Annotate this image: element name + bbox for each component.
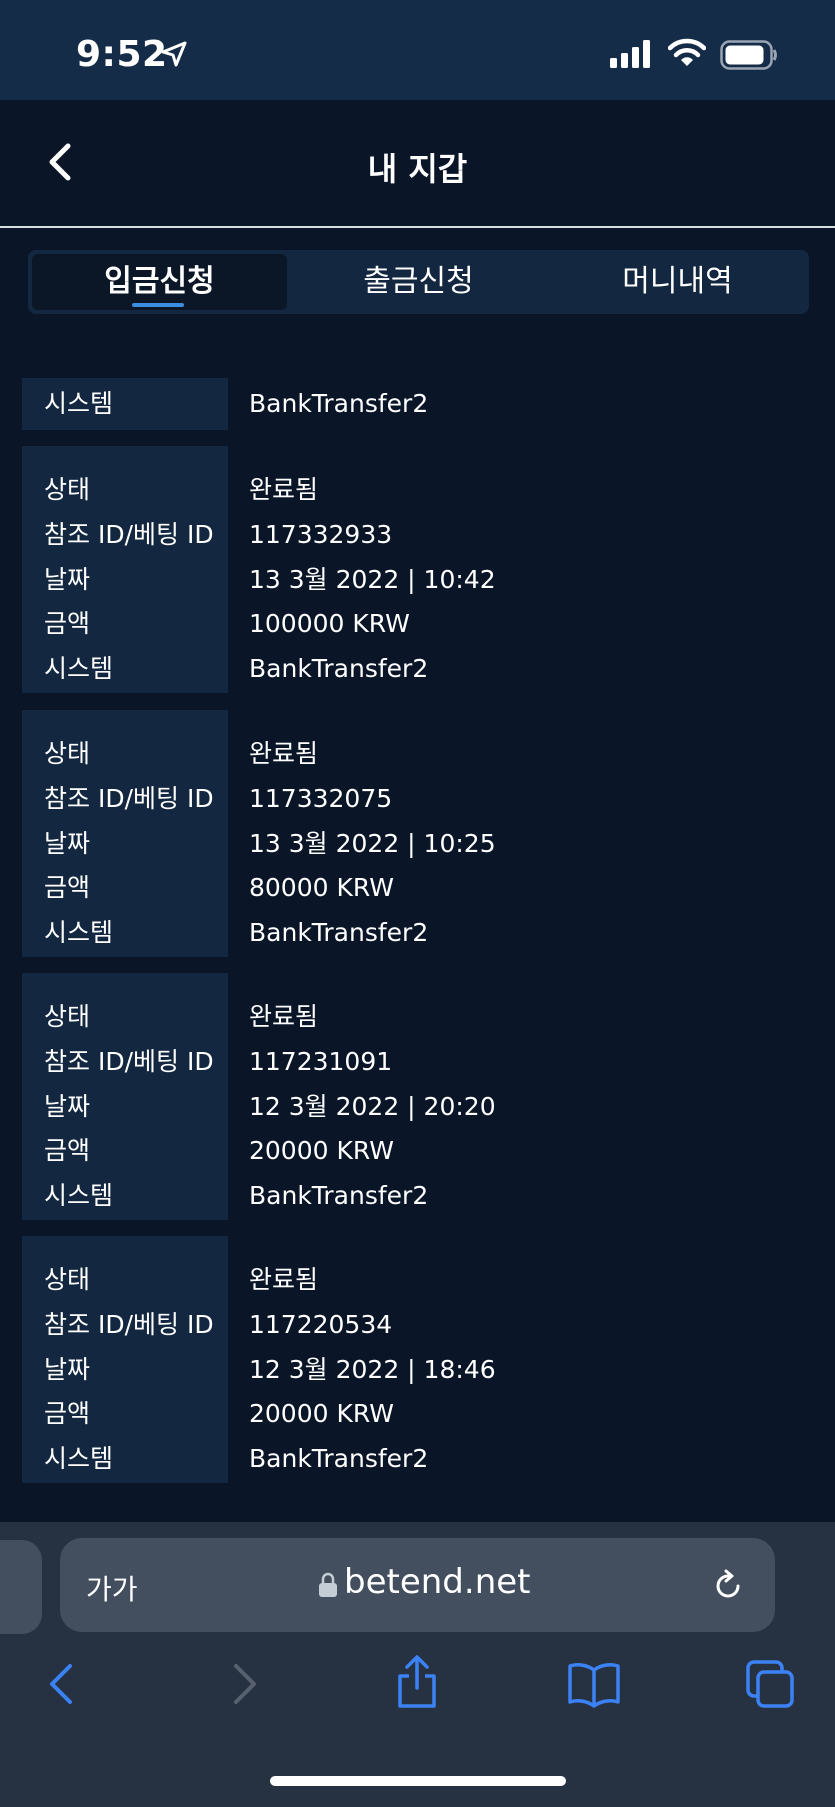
browser-forward-icon[interactable] <box>226 1660 262 1708</box>
field-label: 시스템 <box>44 389 114 418</box>
amount-label: 금액 <box>44 1136 91 1165</box>
status-value: 완료됨 <box>249 475 319 504</box>
page-title: 내 지갑 <box>367 150 468 188</box>
browser-bottom-bar: 가가 betend.net <box>0 1522 835 1807</box>
status-time: 9:52 <box>76 34 168 75</box>
amount-label: 금액 <box>44 609 91 638</box>
browser-back-icon[interactable] <box>44 1660 80 1708</box>
date-label: 날짜 <box>44 565 91 594</box>
tab-deposit-request[interactable]: 입금신청 <box>32 254 287 310</box>
ref-value: 117332075 <box>249 784 393 813</box>
transaction-record: 상태 완료됨 참조 ID/베팅 ID 117332933 날짜 13 3월 20… <box>22 446 812 693</box>
system-summary-row: 시스템 BankTransfer2 <box>22 378 812 430</box>
tab-label: 머니내역 <box>622 264 733 299</box>
home-indicator <box>270 1776 566 1786</box>
transaction-record: 상태 완료됨 참조 ID/베팅 ID 117332075 날짜 13 3월 20… <box>22 710 812 957</box>
system-value: BankTransfer2 <box>249 918 429 947</box>
system-value: BankTransfer2 <box>249 1444 429 1473</box>
system-value: BankTransfer2 <box>249 1181 429 1210</box>
ref-value: 117231091 <box>249 1047 393 1076</box>
status-bar: 9:52 <box>0 0 835 100</box>
battery-icon <box>720 40 777 70</box>
active-tab-indicator <box>132 303 184 307</box>
tab-money-history[interactable]: 머니내역 <box>550 254 805 310</box>
amount-value: 20000 KRW <box>249 1399 394 1428</box>
date-label: 날짜 <box>44 1355 91 1384</box>
nav-header: 내 지갑 <box>0 100 835 228</box>
ref-label: 참조 ID/베팅 ID <box>44 784 214 813</box>
cellular-signal-icon <box>610 40 650 68</box>
page-settings-button[interactable]: 가가 <box>86 1568 138 1608</box>
lock-icon <box>319 1572 337 1597</box>
system-label: 시스템 <box>44 918 114 947</box>
date-value: 12 3월 2022 | 20:20 <box>249 1092 496 1121</box>
ref-label: 참조 ID/베팅 ID <box>44 520 214 549</box>
field-value: BankTransfer2 <box>249 389 429 418</box>
system-label: 시스템 <box>44 654 114 683</box>
system-value: BankTransfer2 <box>249 654 429 683</box>
status-label: 상태 <box>44 739 91 768</box>
location-arrow-icon <box>161 41 187 67</box>
system-label: 시스템 <box>44 1444 114 1473</box>
tab-label: 입금신청 <box>104 264 215 299</box>
transaction-record: 상태 완료됨 참조 ID/베팅 ID 117220534 날짜 12 3월 20… <box>22 1236 812 1483</box>
status-label: 상태 <box>44 1265 91 1294</box>
amount-label: 금액 <box>44 873 91 902</box>
date-label: 날짜 <box>44 829 91 858</box>
amount-value: 80000 KRW <box>249 873 394 902</box>
status-value: 완료됨 <box>249 1002 319 1031</box>
amount-value: 100000 KRW <box>249 609 410 638</box>
tab-label: 출금신청 <box>363 264 474 299</box>
date-value: 13 3월 2022 | 10:25 <box>249 829 496 858</box>
status-value: 완료됨 <box>249 739 319 768</box>
bookmarks-icon[interactable] <box>566 1660 622 1708</box>
reload-icon[interactable] <box>710 1568 746 1604</box>
ref-value: 117332933 <box>249 520 393 549</box>
ref-label: 참조 ID/베팅 ID <box>44 1047 214 1076</box>
wifi-icon <box>668 38 706 66</box>
status-value: 완료됨 <box>249 1265 319 1294</box>
status-label: 상태 <box>44 1002 91 1031</box>
address-bar[interactable]: 가가 betend.net <box>60 1538 775 1632</box>
date-label: 날짜 <box>44 1092 91 1121</box>
date-value: 13 3월 2022 | 10:42 <box>249 565 496 594</box>
ref-label: 참조 ID/베팅 ID <box>44 1310 214 1339</box>
tabs-overview-icon[interactable] <box>744 1658 796 1710</box>
url-text: betend.net <box>344 1562 531 1602</box>
amount-label: 금액 <box>44 1399 91 1428</box>
system-label: 시스템 <box>44 1181 114 1210</box>
ref-value: 117220534 <box>249 1310 393 1339</box>
tab-bar: 입금신청 출금신청 머니내역 <box>28 250 809 314</box>
date-value: 12 3월 2022 | 18:46 <box>249 1355 496 1384</box>
previous-tab-peek[interactable] <box>0 1540 42 1634</box>
status-label: 상태 <box>44 475 91 504</box>
tab-withdraw-request[interactable]: 출금신청 <box>291 254 546 310</box>
share-icon[interactable] <box>394 1654 440 1710</box>
transaction-record: 상태 완료됨 참조 ID/베팅 ID 117231091 날짜 12 3월 20… <box>22 973 812 1220</box>
amount-value: 20000 KRW <box>249 1136 394 1165</box>
